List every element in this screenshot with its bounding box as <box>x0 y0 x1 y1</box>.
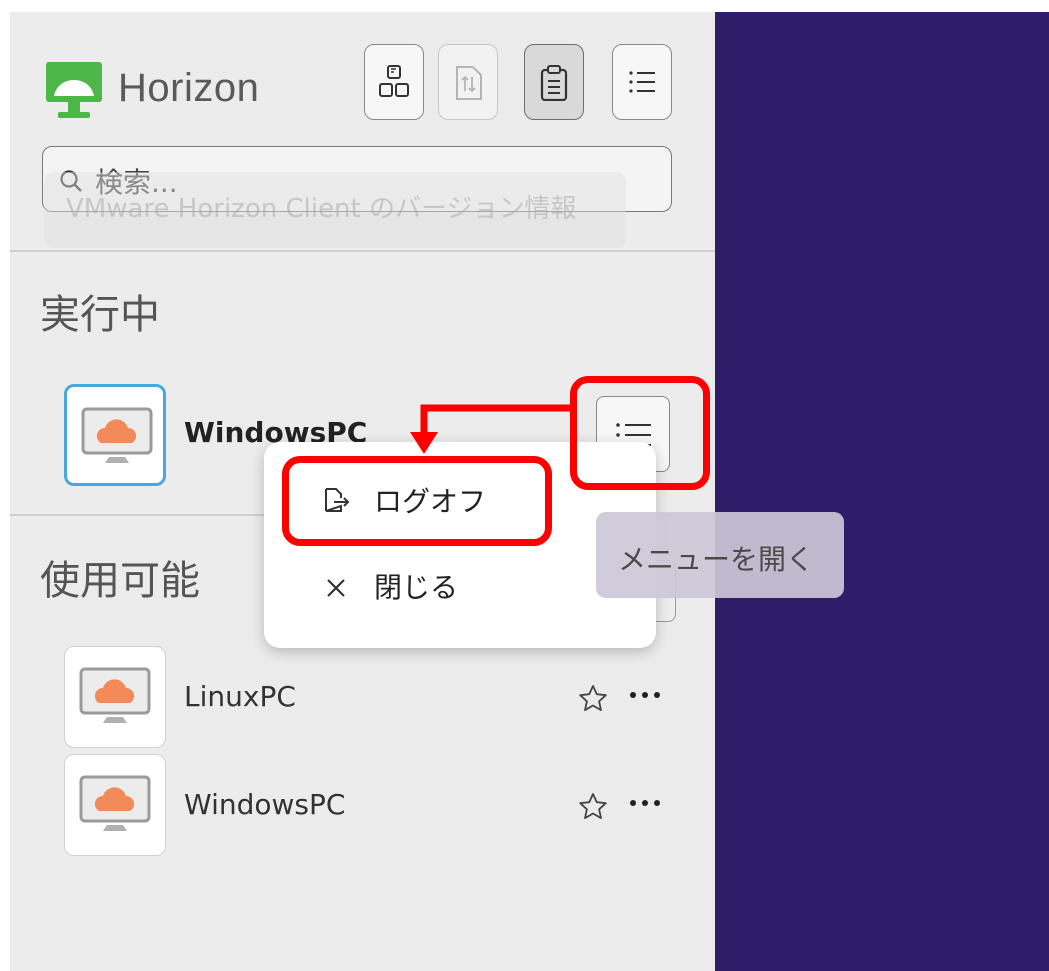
logoff-icon <box>325 488 350 512</box>
clipboard-icon <box>540 65 568 101</box>
app-title: Horizon <box>118 66 260 110</box>
close-icon <box>327 579 345 597</box>
desktop-icon <box>81 407 153 463</box>
available-desktop-tile-1[interactable] <box>64 646 166 748</box>
horizon-logo-icon <box>46 62 102 118</box>
available-item-name-2[interactable]: WindowsPC <box>184 788 345 821</box>
faded-about-tooltip: VMware Horizon Client のバージョン情報 <box>44 172 626 248</box>
menu-item-close-label: 閉じる <box>374 571 459 604</box>
menu-item-logoff-label: ログオフ <box>374 485 487 518</box>
star-icon[interactable] <box>578 684 608 714</box>
grid-view-icon <box>379 65 409 97</box>
running-desktop-tile[interactable] <box>64 384 166 486</box>
grid-view-button[interactable] <box>364 44 424 120</box>
more-icon[interactable] <box>628 798 662 808</box>
clipboard-button[interactable] <box>524 44 584 120</box>
sort-button[interactable] <box>438 44 498 120</box>
desktop-icon <box>79 667 151 723</box>
content-panel <box>715 12 1049 971</box>
running-heading: 実行中 <box>40 292 160 338</box>
search-divider <box>10 250 715 252</box>
available-heading: 使用可能 <box>40 558 200 604</box>
available-desktop-tile-2[interactable] <box>64 754 166 856</box>
sort-icon <box>456 66 482 100</box>
available-item-name-1[interactable]: LinuxPC <box>184 680 296 713</box>
more-icon[interactable] <box>628 690 662 700</box>
tooltip-text: メニューを開く <box>618 543 815 576</box>
star-icon[interactable] <box>578 792 608 822</box>
list-view-icon <box>629 71 655 93</box>
desktop-icon <box>79 775 151 831</box>
list-view-button[interactable] <box>612 44 672 120</box>
faded-about-text: VMware Horizon Client のバージョン情報 <box>66 194 577 224</box>
open-menu-tooltip: メニューを開く <box>596 512 844 598</box>
annotation-arrow <box>410 404 576 454</box>
